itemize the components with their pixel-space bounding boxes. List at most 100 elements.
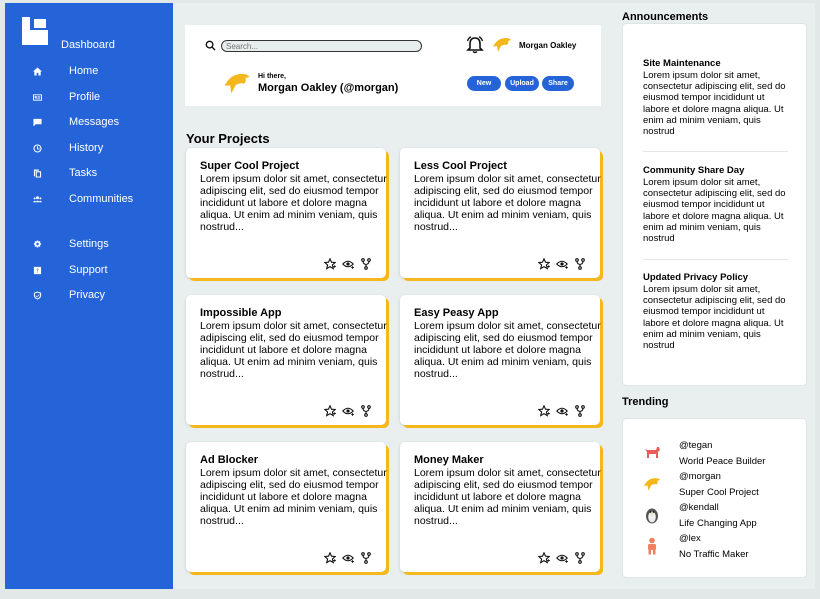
project-description: Lorem ipsum dolor sit amet, consectetur … — [200, 467, 387, 527]
trending-handle[interactable]: @tegan — [679, 440, 712, 451]
project-description: Lorem ipsum dolor sit amet, consectetur … — [200, 320, 387, 380]
project-card[interactable]: Ad Blocker Lorem ipsum dolor sit amet, co… — [186, 442, 387, 572]
new-button[interactable]: New — [467, 76, 501, 91]
fork-icon[interactable] — [360, 258, 372, 270]
trending-handle[interactable]: @lex — [679, 533, 701, 544]
announcement-body: Lorem ipsum dolor sit amet, consectetur … — [643, 284, 786, 352]
watch-icon[interactable] — [342, 405, 354, 417]
project-title[interactable]: Impossible App — [200, 307, 372, 319]
fork-icon[interactable] — [360, 405, 372, 417]
search-icon[interactable] — [205, 40, 216, 51]
sidebar-item-messages[interactable]: Messages — [5, 112, 173, 132]
project-card[interactable]: Impossible App Lorem ipsum dolor sit amet… — [186, 295, 387, 425]
sidebar-item-label: Tasks — [69, 167, 98, 179]
project-title[interactable]: Super Cool Project — [200, 160, 372, 172]
watch-icon[interactable] — [556, 405, 568, 417]
watch-icon[interactable] — [556, 258, 568, 270]
project-actions — [538, 258, 586, 270]
dolphin-icon[interactable] — [492, 36, 512, 53]
gear-icon — [5, 239, 69, 249]
sidebar-item-privacy[interactable]: Privacy — [5, 285, 173, 305]
penguin-icon — [646, 508, 658, 524]
project-description: Lorem ipsum dolor sit amet, consectetur … — [414, 173, 601, 233]
greeting-name: Morgan Oakley (@morgan) — [258, 82, 399, 94]
logo-icon — [22, 17, 48, 45]
watch-icon[interactable] — [556, 552, 568, 564]
fork-icon[interactable] — [574, 552, 586, 564]
project-actions — [538, 405, 586, 417]
bell-icon[interactable] — [465, 36, 485, 54]
app-window: Dashboard Home Profile Messages History … — [5, 3, 815, 589]
trending-project[interactable]: Life Changing App — [679, 518, 757, 529]
star-icon[interactable] — [538, 552, 550, 564]
trending-project[interactable]: Super Cool Project — [679, 487, 759, 498]
announcement-title: Site Maintenance — [643, 58, 721, 69]
announcement-item[interactable]: Community Share Day Lorem ipsum dolor si… — [643, 165, 791, 244]
sidebar-item-label: Communities — [69, 193, 134, 205]
star-icon[interactable] — [324, 405, 336, 417]
project-title[interactable]: Money Maker — [414, 454, 586, 466]
sidebar-item-label: Messages — [69, 116, 120, 128]
upload-button[interactable]: Upload — [505, 76, 539, 91]
star-icon[interactable] — [538, 405, 550, 417]
trending-heading: Trending — [622, 396, 669, 408]
star-icon[interactable] — [324, 552, 336, 564]
home-icon — [5, 66, 69, 76]
star-icon[interactable] — [324, 258, 336, 270]
projects-heading: Your Projects — [186, 131, 270, 146]
shield-icon — [5, 290, 69, 300]
dashboard-label[interactable]: Dashboard — [61, 39, 115, 51]
project-card[interactable]: Money Maker Lorem ipsum dolor sit amet, c… — [400, 442, 601, 572]
trending-panel: @tegan World Peace Builder @morgan Super… — [622, 418, 807, 578]
announcements-panel: Site Maintenance Lorem ipsum dolor sit a… — [622, 23, 807, 386]
project-description: Lorem ipsum dolor sit amet, consectetur … — [414, 320, 601, 380]
message-icon — [5, 118, 69, 127]
trending-handle[interactable]: @morgan — [679, 471, 721, 482]
project-card[interactable]: Super Cool Project Lorem ipsum dolor sit … — [186, 148, 387, 278]
clock-icon — [5, 143, 69, 153]
sidebar-item-label: Settings — [69, 238, 109, 250]
dolphin-icon — [224, 73, 250, 94]
divider — [643, 259, 788, 260]
fork-icon[interactable] — [360, 552, 372, 564]
star-icon[interactable] — [538, 258, 550, 270]
dog-icon — [645, 447, 660, 458]
announcement-item[interactable]: Site Maintenance Lorem ipsum dolor sit a… — [643, 58, 791, 137]
sidebar-item-label: Home — [69, 65, 99, 77]
fork-icon[interactable] — [574, 258, 586, 270]
project-card[interactable]: Less Cool Project Lorem ipsum dolor sit a… — [400, 148, 601, 278]
search-input[interactable] — [221, 40, 422, 52]
trending-handle[interactable]: @kendall — [679, 502, 719, 513]
announcement-title: Updated Privacy Policy — [643, 272, 749, 283]
project-title[interactable]: Easy Peasy App — [414, 307, 586, 319]
sidebar-item-support[interactable]: Support — [5, 260, 173, 280]
project-actions — [324, 258, 372, 270]
fork-icon[interactable] — [574, 405, 586, 417]
announcement-item[interactable]: Updated Privacy Policy Lorem ipsum dolor… — [643, 272, 791, 351]
share-button[interactable]: Share — [542, 76, 574, 91]
person-icon — [648, 537, 656, 555]
sidebar-item-home[interactable]: Home — [5, 61, 173, 81]
project-actions — [538, 552, 586, 564]
trending-project[interactable]: World Peace Builder — [679, 456, 765, 467]
id-card-icon — [5, 93, 69, 102]
user-name[interactable]: Morgan Oakley — [519, 41, 576, 50]
watch-icon[interactable] — [342, 552, 354, 564]
trending-project[interactable]: No Traffic Maker — [679, 549, 749, 560]
sidebar-item-settings[interactable]: Settings — [5, 234, 173, 254]
project-title[interactable]: Ad Blocker — [200, 454, 372, 466]
sidebar-item-communities[interactable]: Communities — [5, 189, 173, 209]
sidebar-item-tasks[interactable]: Tasks — [5, 163, 173, 183]
project-description: Lorem ipsum dolor sit amet, consectetur … — [200, 173, 387, 233]
sidebar-item-label: History — [69, 142, 104, 154]
top-bar: Morgan Oakley Hi there, Morgan Oakley (@… — [185, 25, 601, 106]
watch-icon[interactable] — [342, 258, 354, 270]
project-description: Lorem ipsum dolor sit amet, consectetur … — [414, 467, 601, 527]
project-card[interactable]: Easy Peasy App Lorem ipsum dolor sit amet… — [400, 295, 601, 425]
announcement-title: Community Share Day — [643, 165, 745, 176]
project-title[interactable]: Less Cool Project — [414, 160, 586, 172]
sidebar-item-profile[interactable]: Profile — [5, 87, 173, 107]
announcement-body: Lorem ipsum dolor sit amet, consectetur … — [643, 177, 786, 245]
sidebar-item-label: Support — [69, 264, 108, 276]
sidebar-item-history[interactable]: History — [5, 138, 173, 158]
